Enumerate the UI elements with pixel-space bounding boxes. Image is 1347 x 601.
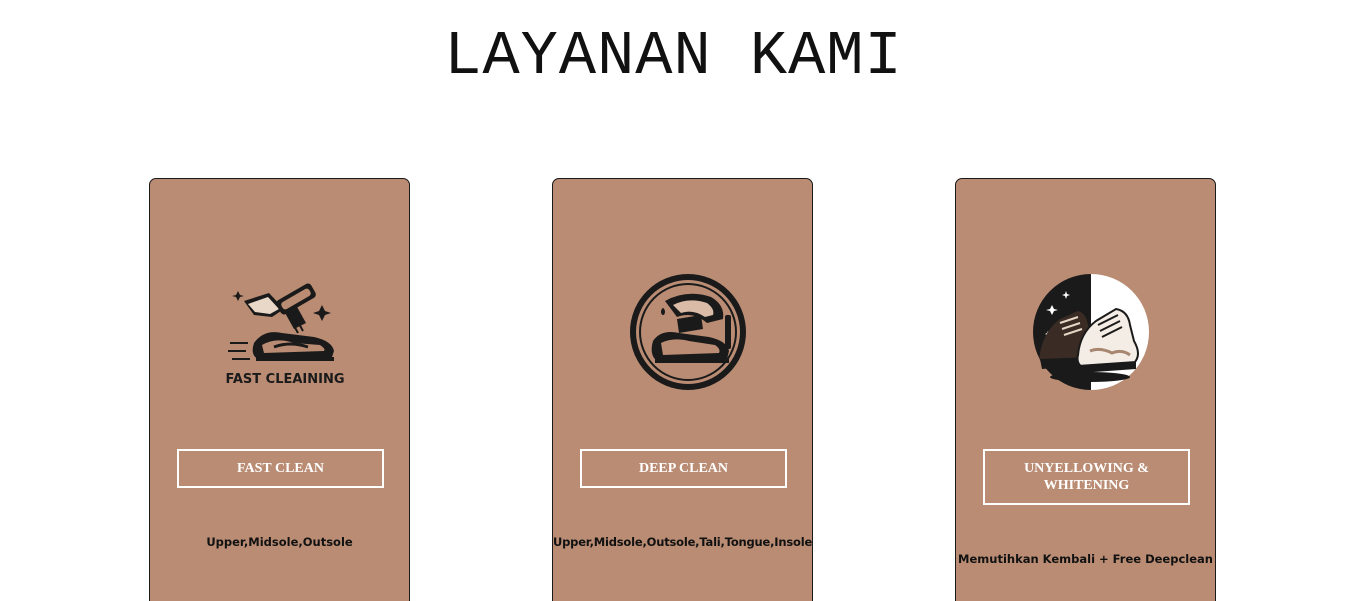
service-card-unyellowing: UNYELLOWING & WHITENING Memutihkan Kemba… [955,178,1216,601]
services-page: LAYANAN KAMI FAST CLEAINING FAST CLEAN U… [0,0,1347,601]
unyellowing-icon [1030,271,1152,393]
fast-clean-description: Upper,Midsole,Outsole [206,535,353,549]
unyellowing-whitening-button[interactable]: UNYELLOWING & WHITENING [983,449,1190,505]
service-card-deep-clean: DEEP CLEAN Upper,Midsole,Outsole,Tali,To… [552,178,813,601]
unyellowing-description: Memutihkan Kembali + Free Deepclean [958,552,1213,566]
deep-clean-icon [627,271,749,393]
svg-text:FAST CLEAINING: FAST CLEAINING [225,372,344,387]
service-card-fast-clean: FAST CLEAINING FAST CLEAN Upper,Midsole,… [149,178,410,601]
page-title: LAYANAN KAMI [444,21,903,92]
fast-clean-button[interactable]: FAST CLEAN [177,449,384,488]
deep-clean-description: Upper,Midsole,Outsole,Tali,Tongue,Insole [553,535,813,549]
deep-clean-button[interactable]: DEEP CLEAN [580,449,787,488]
fast-cleaning-icon: FAST CLEAINING [224,271,346,393]
